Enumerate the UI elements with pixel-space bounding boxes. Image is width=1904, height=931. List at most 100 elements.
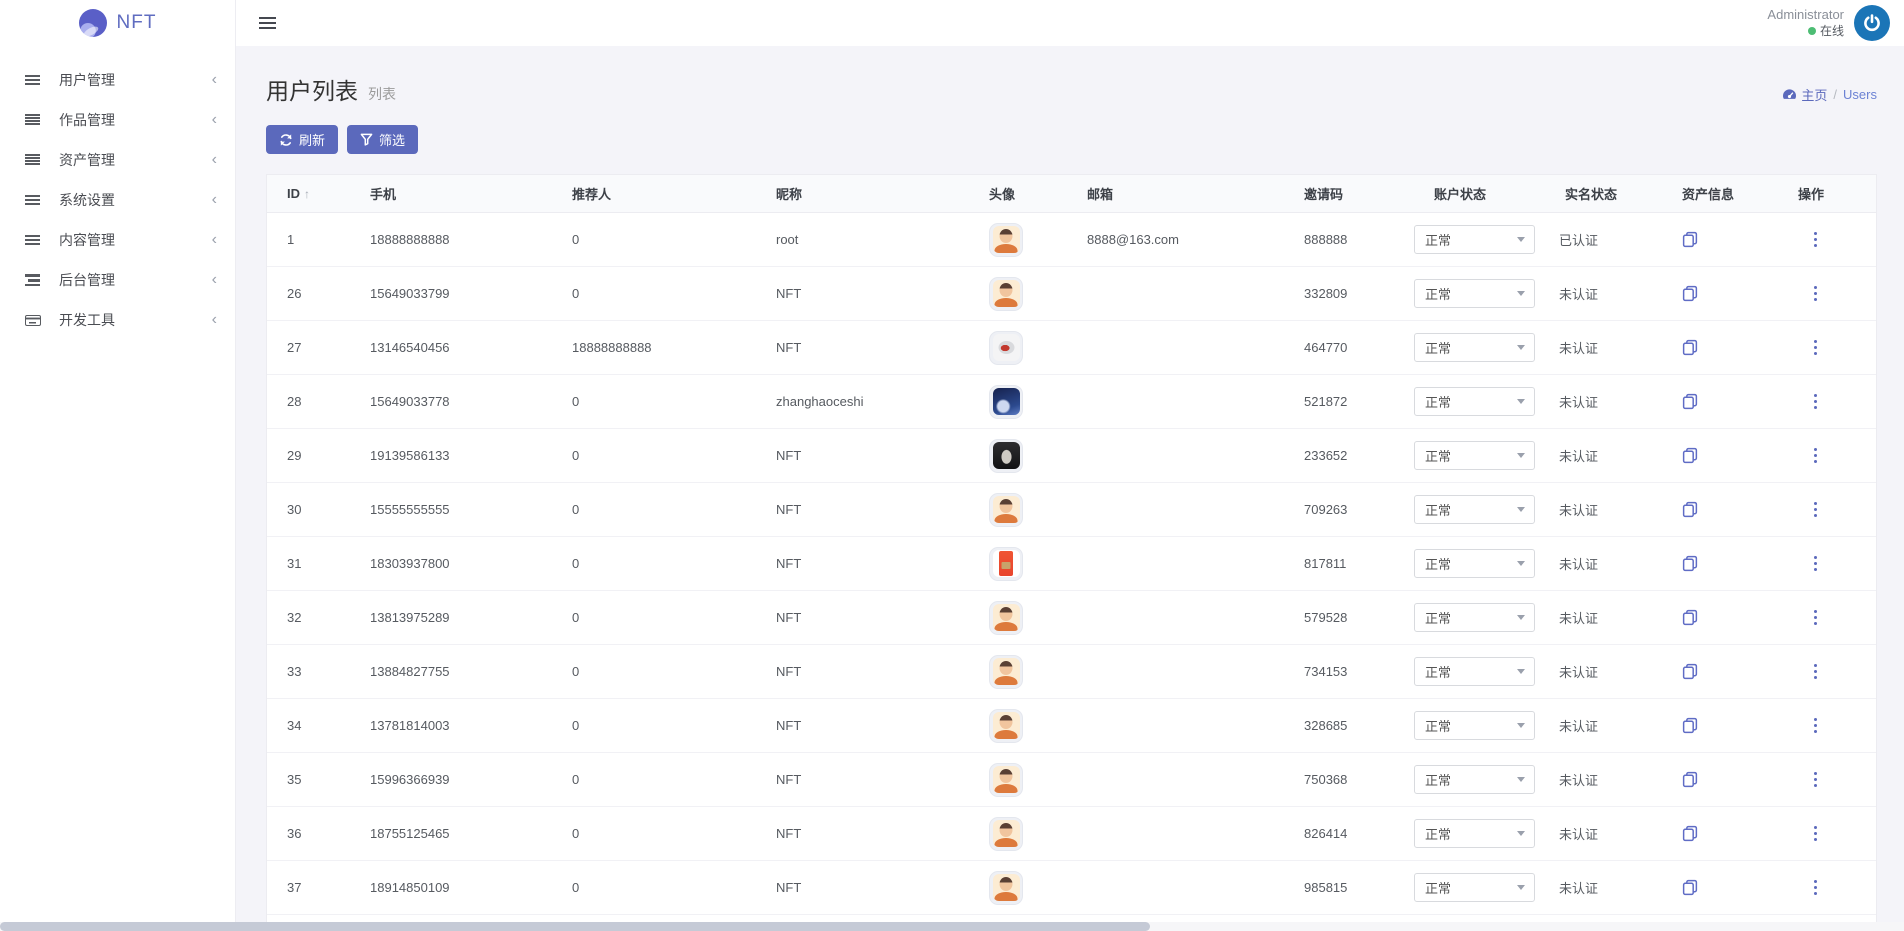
filter-button[interactable]: 筛选	[347, 125, 418, 154]
row-actions-button[interactable]	[1808, 768, 1823, 791]
copy-icon	[1682, 447, 1698, 464]
column-header[interactable]: 头像	[979, 184, 1078, 203]
cell-referrer: 0	[572, 502, 776, 517]
account-status-select[interactable]: 正常	[1414, 657, 1535, 686]
account-status-select[interactable]: 正常	[1414, 225, 1535, 254]
cell-account-status: 正常	[1414, 603, 1557, 632]
hamburger-menu-button[interactable]	[259, 16, 281, 30]
avatar-image[interactable]	[989, 817, 1023, 851]
column-header-label: 推荐人	[572, 184, 611, 203]
copy-asset-info-button[interactable]	[1682, 879, 1698, 896]
copy-asset-info-button[interactable]	[1682, 231, 1698, 248]
column-header[interactable]: 昵称	[776, 184, 979, 203]
account-status-select[interactable]: 正常	[1414, 441, 1535, 470]
copy-asset-info-button[interactable]	[1682, 285, 1698, 302]
row-actions-button[interactable]	[1808, 822, 1823, 845]
cell-nickname: root	[776, 232, 979, 247]
account-status-select[interactable]: 正常	[1414, 765, 1535, 794]
user-avatar[interactable]	[1854, 5, 1890, 41]
avatar-image[interactable]	[989, 223, 1023, 257]
copy-asset-info-button[interactable]	[1682, 771, 1698, 788]
account-status-select[interactable]: 正常	[1414, 333, 1535, 362]
column-header[interactable]: 资产信息	[1674, 184, 1794, 203]
refresh-button[interactable]: 刷新	[266, 125, 338, 154]
column-header[interactable]: 手机	[370, 184, 572, 203]
sidebar-menu-item[interactable]: 用户管理	[0, 60, 235, 100]
account-status-select[interactable]: 正常	[1414, 387, 1535, 416]
copy-asset-info-button[interactable]	[1682, 609, 1698, 626]
account-status-select[interactable]: 正常	[1414, 711, 1535, 740]
scrollbar-thumb[interactable]	[0, 922, 1150, 931]
avatar-image[interactable]	[989, 709, 1023, 743]
sidebar-menu-item[interactable]: 作品管理	[0, 100, 235, 140]
copy-asset-info-button[interactable]	[1682, 825, 1698, 842]
avatar-image[interactable]	[989, 385, 1023, 419]
sidebar-menu-item[interactable]: 资产管理	[0, 140, 235, 180]
chevron-down-icon	[1517, 237, 1525, 242]
account-status-select[interactable]: 正常	[1414, 549, 1535, 578]
user-menu[interactable]: Administrator 在线	[1767, 5, 1890, 41]
row-actions-button[interactable]	[1808, 444, 1823, 467]
row-actions-button[interactable]	[1808, 498, 1823, 521]
sidebar-menu-item[interactable]: 内容管理	[0, 220, 235, 260]
row-actions-button[interactable]	[1808, 714, 1823, 737]
column-header[interactable]: 操作	[1794, 184, 1881, 203]
cell-account-status: 正常	[1414, 279, 1557, 308]
column-header[interactable]: 实名状态	[1557, 184, 1674, 203]
table-row: 29 19139586133 0 NFT 233652 正常 未认证	[267, 429, 1876, 483]
cell-id: 37	[267, 880, 370, 895]
horizontal-scrollbar[interactable]	[0, 922, 1904, 931]
column-header[interactable]: ID ↑	[267, 186, 370, 201]
avatar-image[interactable]	[989, 331, 1023, 365]
avatar-image[interactable]	[989, 439, 1023, 473]
cell-realname-status: 未认证	[1557, 770, 1674, 789]
row-actions-button[interactable]	[1808, 876, 1823, 899]
sidebar-menu-item[interactable]: 后台管理	[0, 260, 235, 300]
row-actions-button[interactable]	[1808, 552, 1823, 575]
cell-invite-code: 985815	[1301, 880, 1414, 895]
column-header[interactable]: 邀请码	[1301, 184, 1414, 203]
sidebar-menu-item[interactable]: 系统设置	[0, 180, 235, 220]
table-row: 31 18303937800 0 NFT 817811 正常 未认证	[267, 537, 1876, 591]
column-header[interactable]: 邮箱	[1078, 184, 1301, 203]
copy-asset-info-button[interactable]	[1682, 501, 1698, 518]
avatar-image[interactable]	[989, 547, 1023, 581]
sidebar-menu-item[interactable]: 开发工具	[0, 300, 235, 340]
avatar-image[interactable]	[989, 601, 1023, 635]
brand-link[interactable]: NFT	[0, 0, 235, 46]
avatar-image[interactable]	[989, 493, 1023, 527]
cell-asset-info	[1674, 879, 1794, 896]
row-actions-button[interactable]	[1808, 336, 1823, 359]
avatar-image[interactable]	[989, 763, 1023, 797]
cell-asset-info	[1674, 501, 1794, 518]
column-header[interactable]: 推荐人	[572, 184, 776, 203]
column-header-label: 操作	[1798, 184, 1824, 203]
row-actions-button[interactable]	[1808, 606, 1823, 629]
account-status-select[interactable]: 正常	[1414, 873, 1535, 902]
cell-invite-code: 332809	[1301, 286, 1414, 301]
copy-asset-info-button[interactable]	[1682, 717, 1698, 734]
row-actions-button[interactable]	[1808, 390, 1823, 413]
account-status-select[interactable]: 正常	[1414, 603, 1535, 632]
column-header[interactable]: 账户状态	[1414, 184, 1557, 203]
avatar-image[interactable]	[989, 871, 1023, 905]
avatar-image[interactable]	[989, 277, 1023, 311]
page-content: 用户列表 列表 主页 / Users	[236, 46, 1904, 931]
breadcrumb-home-link[interactable]: 主页	[1782, 85, 1827, 104]
copy-asset-info-button[interactable]	[1682, 663, 1698, 680]
cell-realname-status: 未认证	[1557, 662, 1674, 681]
table-row: 30 15555555555 0 NFT 709263 正常 未认证	[267, 483, 1876, 537]
account-status-select[interactable]: 正常	[1414, 279, 1535, 308]
account-status-select[interactable]: 正常	[1414, 495, 1535, 524]
copy-asset-info-button[interactable]	[1682, 339, 1698, 356]
row-actions-button[interactable]	[1808, 228, 1823, 251]
copy-asset-info-button[interactable]	[1682, 393, 1698, 410]
copy-asset-info-button[interactable]	[1682, 447, 1698, 464]
menu-item-label: 资产管理	[59, 150, 212, 170]
avatar-image[interactable]	[989, 655, 1023, 689]
copy-asset-info-button[interactable]	[1682, 555, 1698, 572]
row-actions-button[interactable]	[1808, 660, 1823, 683]
column-header-label: 账户状态	[1434, 184, 1486, 203]
account-status-select[interactable]: 正常	[1414, 819, 1535, 848]
row-actions-button[interactable]	[1808, 282, 1823, 305]
